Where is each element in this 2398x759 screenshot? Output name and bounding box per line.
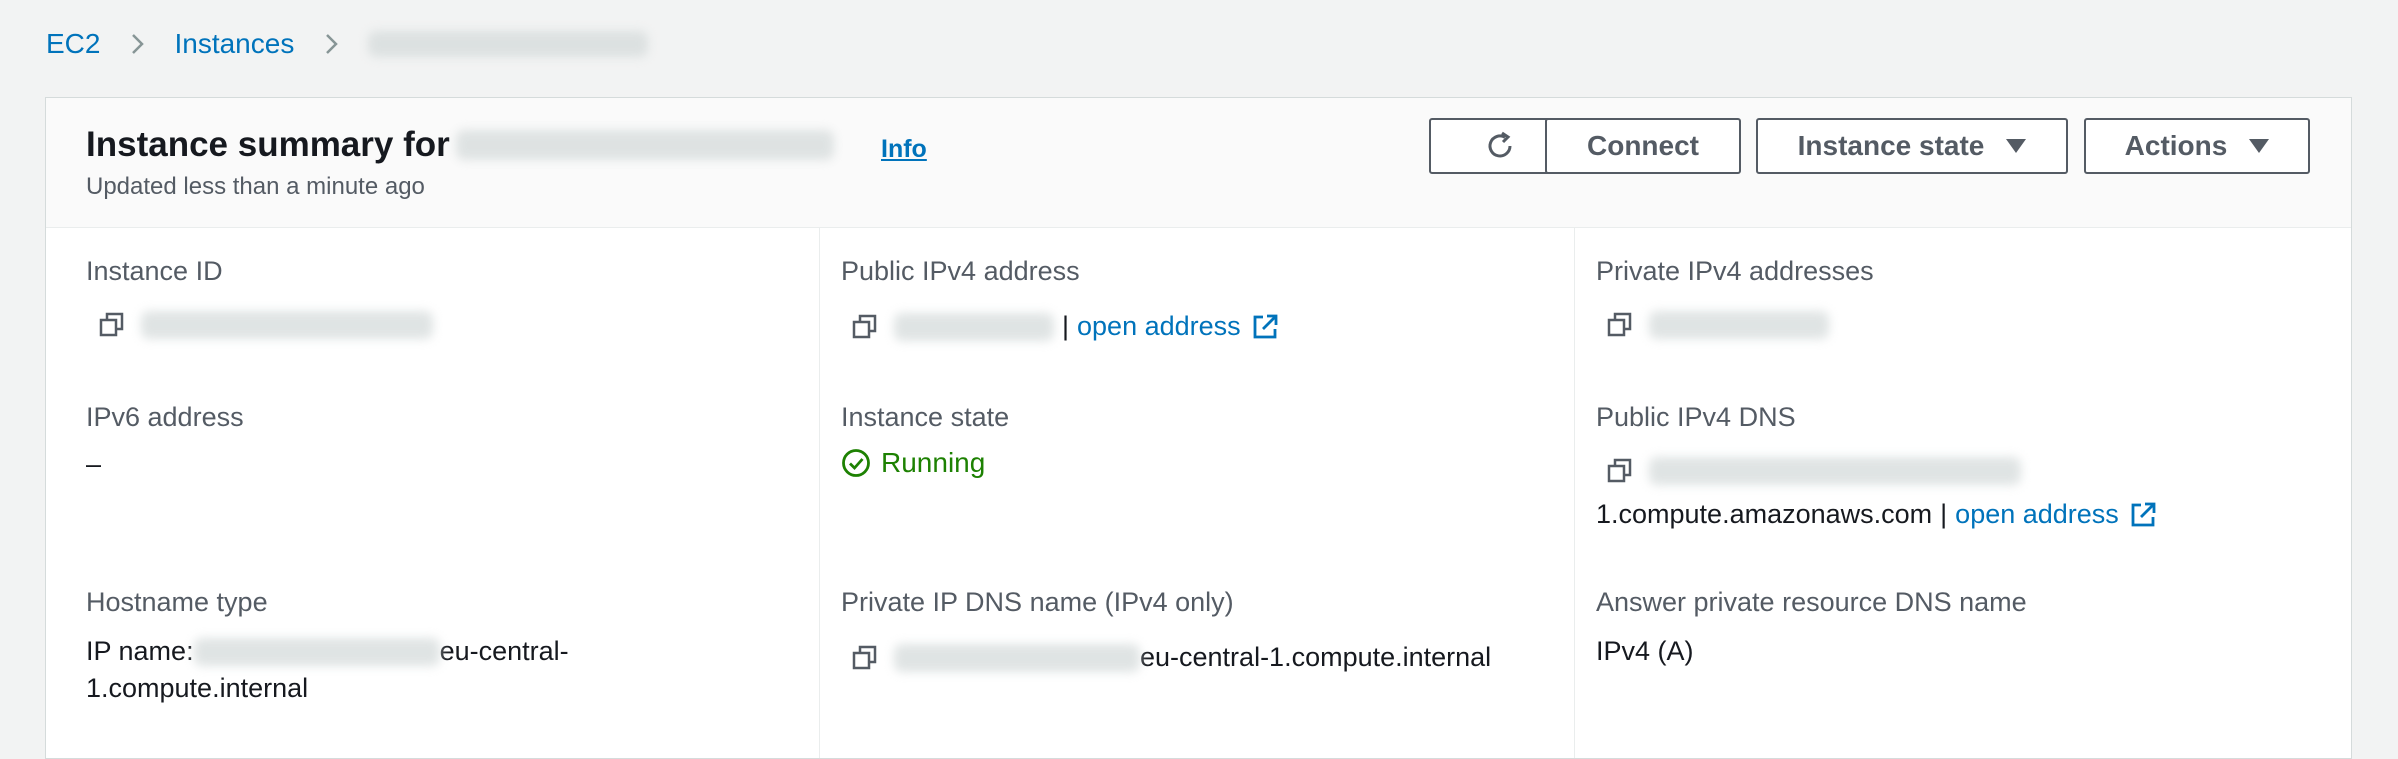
field-value: IPv4 (A)	[1596, 636, 1694, 666]
field-value	[1607, 457, 2157, 485]
column-divider	[819, 227, 820, 758]
copy-icon[interactable]	[99, 312, 125, 338]
connect-button[interactable]: Connect	[1545, 118, 1741, 174]
breadcrumb-instances[interactable]: Instances	[174, 28, 294, 60]
field-public-ipv4: Public IPv4 address | open address	[841, 256, 1279, 342]
instance-state-button[interactable]: Instance state	[1756, 118, 2068, 174]
connect-label: Connect	[1587, 130, 1699, 161]
status-running: Running	[841, 447, 1009, 479]
instance-name-redacted	[455, 130, 834, 160]
field-label: Private IP DNS name (IPv4 only)	[841, 587, 1234, 617]
field-instance-state: Instance state Running	[841, 402, 1009, 479]
refresh-icon	[1483, 129, 1517, 163]
copy-icon[interactable]	[1607, 312, 1633, 338]
hostname-redacted	[193, 637, 440, 666]
open-address-link[interactable]: open address	[1955, 499, 2119, 530]
private-dns-suffix: eu-central-1.compute.internal	[1140, 642, 1492, 672]
external-link-icon[interactable]	[2129, 501, 2157, 529]
field-label: Hostname type	[86, 587, 268, 617]
separator: |	[1062, 311, 1070, 341]
breadcrumb: EC2 Instances	[46, 28, 649, 60]
field-label: Public IPv4 DNS	[1596, 402, 1796, 432]
field-value: IP name: eu-central-	[86, 636, 569, 667]
chevron-right-icon	[320, 33, 342, 55]
column-divider	[1574, 227, 1575, 758]
field-label: Instance state	[841, 402, 1010, 432]
instance-state-label: Instance state	[1797, 130, 1985, 161]
caret-down-icon	[2006, 139, 2027, 153]
field-ipv6: IPv6 address –	[86, 402, 244, 480]
field-public-dns: Public IPv4 DNS 1.compute.amazonaws.com …	[1596, 402, 2157, 530]
actions-label: Actions	[2124, 130, 2228, 161]
public-ip-redacted	[894, 312, 1054, 341]
chevron-right-icon	[126, 33, 148, 55]
info-link[interactable]: Info	[881, 135, 927, 164]
field-hostname-type: Hostname type IP name: eu-central- 1.com…	[86, 587, 569, 704]
field-value: | open address	[852, 311, 1279, 342]
copy-icon[interactable]	[852, 314, 878, 340]
field-value: –	[86, 449, 102, 479]
caret-down-icon	[2249, 139, 2270, 153]
breadcrumb-current-redacted	[368, 31, 649, 57]
dns-suffix: 1.compute.amazonaws.com	[1596, 499, 1933, 529]
field-label: Instance ID	[86, 256, 223, 286]
field-value	[1607, 311, 1874, 339]
separator: |	[1940, 499, 1948, 529]
private-ip-redacted	[1649, 311, 1829, 339]
page-title: Instance summary for	[86, 125, 834, 165]
check-circle-icon	[841, 448, 871, 478]
instance-id-redacted	[141, 311, 433, 339]
field-instance-id: Instance ID	[86, 256, 433, 339]
field-value-line2: 1.compute.amazonaws.com | open address	[1596, 499, 2157, 530]
updated-text: Updated less than a minute ago	[86, 173, 425, 200]
copy-icon[interactable]	[1607, 458, 1633, 484]
external-link-icon[interactable]	[1251, 313, 1279, 341]
hostname-line2: 1.compute.internal	[86, 673, 309, 703]
breadcrumb-ec2[interactable]: EC2	[46, 28, 100, 60]
copy-icon[interactable]	[852, 645, 878, 671]
open-address-link[interactable]: open address	[1077, 311, 1241, 342]
field-private-ipv4: Private IPv4 addresses	[1596, 256, 1874, 339]
field-value: eu-central-1.compute.internal	[852, 642, 1491, 673]
field-private-dns: Private IP DNS name (IPv4 only) eu-centr…	[841, 587, 1491, 673]
field-label: Private IPv4 addresses	[1596, 256, 1874, 286]
title-text: Instance summary for	[86, 125, 450, 164]
status-text: Running	[881, 447, 986, 478]
field-value	[99, 311, 433, 339]
field-label: IPv6 address	[86, 402, 244, 432]
actions-button[interactable]: Actions	[2084, 118, 2310, 174]
hostname-prefix: IP name:	[86, 636, 194, 666]
hostname-suffix: eu-central-	[439, 636, 569, 666]
field-answer-dns: Answer private resource DNS name IPv4 (A…	[1596, 587, 2027, 667]
public-dns-redacted	[1649, 457, 2021, 485]
private-dns-redacted	[894, 643, 1140, 672]
instance-summary-panel: Instance summary for Info Updated less t…	[45, 97, 2352, 759]
panel-header: Instance summary for Info Updated less t…	[46, 98, 2351, 228]
field-label: Public IPv4 address	[841, 256, 1080, 286]
field-label: Answer private resource DNS name	[1596, 587, 2027, 617]
